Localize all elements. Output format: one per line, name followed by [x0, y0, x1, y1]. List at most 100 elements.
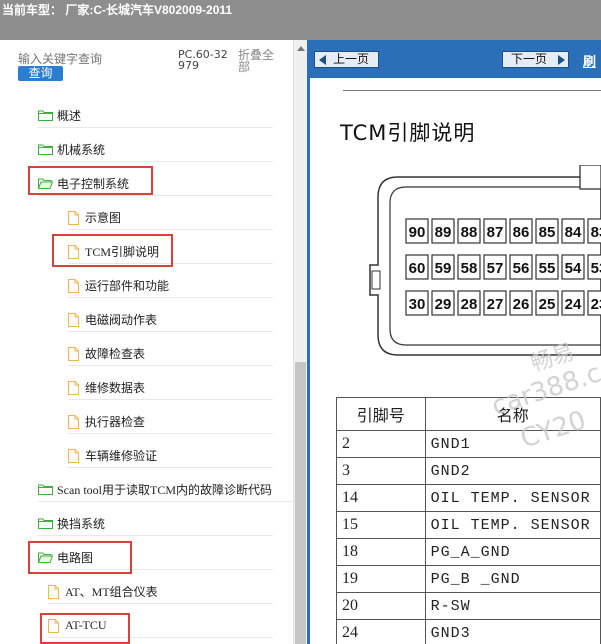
tree-item-label: 车辆维修验证 [85, 449, 158, 463]
highlight-circuit-diagram [28, 541, 132, 574]
scrollbar-thumb[interactable] [295, 362, 306, 644]
connector-pin-label: 28 [461, 296, 478, 313]
refresh-link[interactable]: 刷 [583, 51, 596, 70]
prev-page-label: 上一页 [333, 52, 370, 66]
pin-name-cell: GND2 [424, 457, 601, 485]
top-bar: 当前车型： 厂家:C-长城汽车V802009-2011 [0, 0, 601, 40]
page-nav-bar: 上一页 下一页 刷 [310, 40, 601, 78]
pin-name-cell: PG_B _GND [424, 565, 601, 593]
tree-item-label: 概述 [57, 109, 82, 123]
table-row: 3 GND2 [336, 457, 601, 485]
tree-item[interactable]: 维修数据表 [68, 376, 273, 400]
pin-number-cell: 19 [336, 565, 426, 593]
tree-item[interactable]: 运行部件和功能 [68, 274, 273, 298]
document-icon [68, 346, 79, 361]
connector-pin-label: 55 [539, 260, 556, 277]
next-page-label: 下一页 [511, 52, 548, 66]
pin-number-cell: 24 [336, 619, 426, 644]
connector-pin-label: 86 [513, 224, 530, 241]
pin-number-cell: 14 [336, 484, 426, 512]
connector-pin-label: 53 [591, 260, 601, 277]
sidebar-scrollbar[interactable] [293, 40, 307, 644]
tree-item[interactable]: 换挡系统 [38, 512, 273, 536]
tree-item-label: Scan tool用于读取TCM内的故障诊断代码 [57, 483, 272, 497]
tree-item[interactable]: 示意图 [68, 206, 273, 230]
connector-pin-label: 90 [409, 224, 426, 241]
tree-item[interactable]: 机械系统 [38, 138, 273, 162]
doc-title: TCM引脚说明 [340, 121, 476, 145]
pc-code: PC.60-32979 [178, 48, 228, 72]
table-row: 15 OIL TEMP. SENSOR [336, 511, 601, 539]
tree-item[interactable]: 电磁阀动作表 [68, 308, 273, 332]
current-vehicle-title: 当前车型： 厂家:C-长城汽车V802009-2011 [2, 3, 233, 17]
table-row: 2 GND1 [336, 430, 601, 458]
document-icon [48, 584, 59, 599]
document-icon [68, 380, 79, 395]
pin-name-cell: GND3 [424, 619, 601, 644]
tree-item-label: 运行部件和功能 [85, 279, 170, 293]
connector-pin-label: 83 [591, 224, 601, 241]
tree-item[interactable]: 执行器检查 [68, 410, 273, 434]
connector-pin-label: 54 [565, 260, 582, 277]
table-row: 20 R-SW [336, 592, 601, 620]
document-icon [68, 312, 79, 327]
document-icon [68, 414, 79, 429]
connector-pin-label: 29 [435, 296, 452, 313]
search-button[interactable]: 查询 [18, 66, 63, 81]
document-icon [68, 278, 79, 293]
doc-top-rule [343, 90, 601, 91]
document-viewer: 上一页 下一页 刷 TCM引脚说明 90 89 88 87 86 85 84 83 60 59 58… [310, 40, 601, 644]
folder-icon [38, 144, 53, 155]
tree-item[interactable]: 概述 [38, 104, 273, 128]
table-row: 24 GND3 [336, 619, 601, 644]
prev-arrow-icon [319, 55, 326, 65]
highlight-tcm-pin [52, 234, 173, 267]
document-icon [68, 448, 79, 463]
pin-name-cell: R-SW [424, 592, 601, 620]
pin-table: 引脚号 名称 2 GND1 3 GND2 14 OIL TEMP. SENSOR 15 OIL… [336, 397, 601, 644]
tree-item-label: 电磁阀动作表 [85, 313, 158, 327]
pin-grid: 90 89 88 87 86 85 84 83 60 59 58 57 56 55 54 53 30 29 28 27… [405, 218, 601, 316]
connector-pin-label: 59 [435, 260, 452, 277]
tree-item[interactable]: 故障检查表 [68, 342, 273, 366]
pin-number-cell: 18 [336, 538, 426, 566]
tree-item-label: 执行器检查 [85, 415, 146, 429]
tree-item[interactable]: AT、MT组合仪表 [48, 580, 273, 604]
pin-name-cell: GND1 [424, 430, 601, 458]
tree-item[interactable]: Scan tool用于读取TCM内的故障诊断代码 [38, 478, 293, 502]
connector-pin-label: 24 [565, 296, 582, 313]
scroll-up-arrow-icon[interactable] [297, 46, 305, 51]
highlight-electronic-control [28, 166, 153, 195]
folder-icon [38, 518, 53, 529]
folder-icon [38, 484, 53, 495]
connector-pin-label: 30 [409, 296, 426, 313]
pin-number-cell: 3 [336, 457, 426, 485]
tree-item[interactable]: 车辆维修验证 [68, 444, 273, 468]
next-page-button[interactable]: 下一页 [502, 51, 569, 68]
pin-number-cell: 20 [336, 592, 426, 620]
table-row: 18 PG_A_GND [336, 538, 601, 566]
header-name: 名称 [424, 397, 601, 431]
connector-pin-label: 23 [591, 296, 601, 313]
tree-item-label: 故障检查表 [85, 347, 146, 361]
prev-page-button[interactable]: 上一页 [314, 51, 379, 68]
tree-item-label: 机械系统 [57, 143, 106, 157]
highlight-at-tcu [40, 613, 130, 644]
tree-item-label: 维修数据表 [85, 381, 146, 395]
connector-pin-label: 85 [539, 224, 556, 241]
table-row: 14 OIL TEMP. SENSOR [336, 484, 601, 512]
folder-icon [38, 110, 53, 121]
pin-name-cell: PG_A_GND [424, 538, 601, 566]
connector-pin-label: 60 [409, 260, 426, 277]
connector-pin-label: 58 [461, 260, 478, 277]
connector-pin-label: 87 [487, 224, 504, 241]
pin-name-cell: OIL TEMP. SENSOR [424, 484, 601, 512]
pin-name-cell: OIL TEMP. SENSOR [424, 511, 601, 539]
pin-number-cell: 2 [336, 430, 426, 458]
collapse-all-link[interactable]: 折叠全部 [238, 49, 278, 73]
pin-table-header: 引脚号 名称 [336, 397, 601, 431]
table-row: 19 PG_B _GND [336, 565, 601, 593]
connector-pin-label: 56 [513, 260, 530, 277]
header-pin-number: 引脚号 [336, 397, 426, 431]
connector-pin-label: 27 [487, 296, 504, 313]
